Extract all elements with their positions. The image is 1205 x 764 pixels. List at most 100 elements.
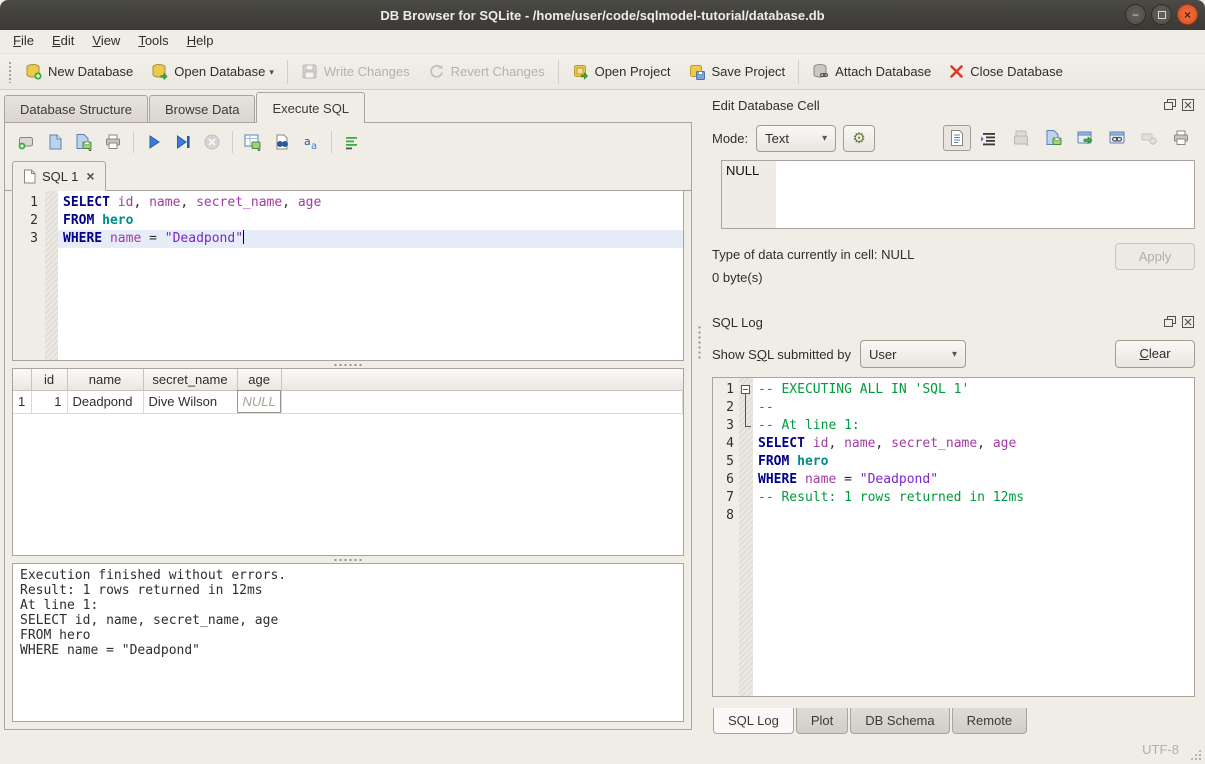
document-icon [23,169,36,184]
link-button[interactable] [1103,125,1131,151]
cell-id[interactable]: 1 [31,390,67,413]
auto-format-button[interactable]: aa [298,129,324,155]
edit-cell-dock-header: Edit Database Cell [712,94,1195,116]
sql-editor[interactable]: 1 2 3 SELECT id, name, secret_name, age … [12,191,684,361]
header-filler [281,369,682,390]
column-header-secret-name[interactable]: secret_name [143,369,237,390]
table-row[interactable]: 1 1 Deadpond Dive Wilson NULL [13,390,683,413]
tab-database-structure[interactable]: Database Structure [4,95,148,123]
find-replace-button[interactable] [269,129,295,155]
row-filler [281,390,682,413]
sql-log-float-button[interactable] [1163,316,1177,329]
sql-tab-close-icon[interactable]: × [86,169,94,183]
sql-tab-label: SQL 1 [42,169,78,184]
minimize-button[interactable]: − [1125,4,1146,25]
edit-cell-title: Edit Database Cell [712,98,1159,113]
revert-changes-icon [428,63,445,80]
save-project-button[interactable]: Save Project [679,58,794,85]
print-button[interactable] [100,129,126,155]
row-number-cell[interactable]: 1 [13,390,31,413]
word-wrap-cell-button[interactable] [975,125,1003,151]
open-database-button[interactable]: Open Database ▾ [142,58,283,85]
auto-apply-button[interactable]: ⚙ [843,125,875,152]
attach-database-button[interactable]: Attach Database [803,58,940,85]
svg-text:a: a [311,141,317,151]
menu-view[interactable]: View [83,30,129,53]
menu-help[interactable]: Help [178,30,223,53]
column-header-age[interactable]: age [237,369,281,390]
maximize-button[interactable] [1151,4,1172,25]
open-project-label: Open Project [595,64,671,79]
toolbar-separator [133,131,134,153]
cell-size-info: 0 byte(s) [712,266,1115,289]
dock-tab-sql-log[interactable]: SQL Log [713,708,794,734]
mode-select[interactable]: Text ▾ [756,125,836,152]
fold-tree-corner [745,426,751,427]
cell-age-null[interactable]: NULL [237,390,281,413]
new-database-button[interactable]: New Database [16,58,142,85]
column-header-id[interactable]: id [31,369,67,390]
word-wrap-button[interactable] [339,129,365,155]
text-cursor [243,230,244,244]
text-mode-button[interactable] [943,125,971,151]
sql-log-close-button[interactable] [1181,316,1195,329]
corner-header [13,369,31,390]
save-results-button[interactable] [240,129,266,155]
open-sql-file-button[interactable] [42,129,68,155]
cell-value-editor[interactable]: NULL [721,160,1195,229]
save-sql-file-button[interactable] [71,129,97,155]
clear-log-button[interactable]: Clear [1115,340,1195,368]
menu-tools[interactable]: Tools [129,30,177,53]
open-database-dropdown-icon[interactable]: ▾ [269,67,274,80]
cell-secret-name[interactable]: Dive Wilson [143,390,237,413]
import-cell-button [1007,125,1035,151]
fold-collapse-icon[interactable] [741,385,750,394]
execution-message-panel: Execution finished without errors.Result… [12,563,684,722]
sql-log-view[interactable]: 1 2 3 4 5 6 7 8 -- EXECUTING ALL IN 'SQL… [712,377,1195,697]
log-line-numbers: 1 2 3 4 5 6 7 8 [713,378,739,696]
sql-document-tab[interactable]: SQL 1 × [12,161,106,191]
new-sql-tab-button[interactable] [13,129,39,155]
open-database-label: Open Database [174,64,265,79]
tab-browse-data[interactable]: Browse Data [149,95,255,123]
execute-current-line-button[interactable] [170,129,196,155]
dock-tab-plot[interactable]: Plot [796,708,848,734]
cell-edit-area[interactable] [776,161,1194,228]
new-database-icon [25,63,42,80]
menu-edit[interactable]: Edit [43,30,83,53]
cell-name[interactable]: Deadpond [67,390,143,413]
column-header-name[interactable]: name [67,369,143,390]
chevron-down-icon: ▾ [822,133,827,144]
menu-file[interactable]: File [4,30,43,53]
close-database-button[interactable]: Close Database [940,59,1072,84]
submitted-by-value: User [869,347,896,362]
panes-splitter[interactable] [697,325,702,359]
toolbar-separator [331,131,332,153]
toolbar-separator [558,60,559,84]
execute-all-button[interactable] [141,129,167,155]
results-grid[interactable]: id name secret_name age 1 1 Deadpond Div… [12,368,684,556]
toolbar-drag-handle[interactable] [8,61,12,83]
dock-tab-remote[interactable]: Remote [952,708,1028,734]
export-cell-button[interactable] [1039,125,1067,151]
open-project-button[interactable]: Open Project [563,58,680,85]
submitted-by-select[interactable]: User ▾ [860,340,966,368]
main-toolbar: New Database Open Database ▾ Write Chang… [0,53,1205,90]
tab-execute-sql[interactable]: Execute SQL [256,92,365,123]
edit-cell-close-button[interactable] [1181,99,1195,112]
print-cell-button[interactable] [1167,125,1195,151]
log-fold-margin[interactable] [739,378,753,696]
toolbar-separator [287,60,288,84]
editor-code-area[interactable]: SELECT id, name, secret_name, age FROM h… [58,191,683,360]
log-line-7: -- Result: 1 rows returned in 12ms [753,489,1194,507]
titlebar[interactable]: DB Browser for SQLite - /home/user/code/… [0,0,1205,30]
dock-tab-db-schema[interactable]: DB Schema [850,708,949,734]
editor-line-numbers: 1 2 3 [13,191,45,360]
edit-cell-float-button[interactable] [1163,99,1177,112]
write-changes-icon [301,63,318,80]
open-external-button[interactable] [1071,125,1099,151]
results-message-splitter[interactable] [5,556,691,563]
main-tab-bar: Database Structure Browse Data Execute S… [4,92,366,123]
editor-results-splitter[interactable] [5,361,691,368]
close-window-button[interactable]: × [1177,4,1198,25]
